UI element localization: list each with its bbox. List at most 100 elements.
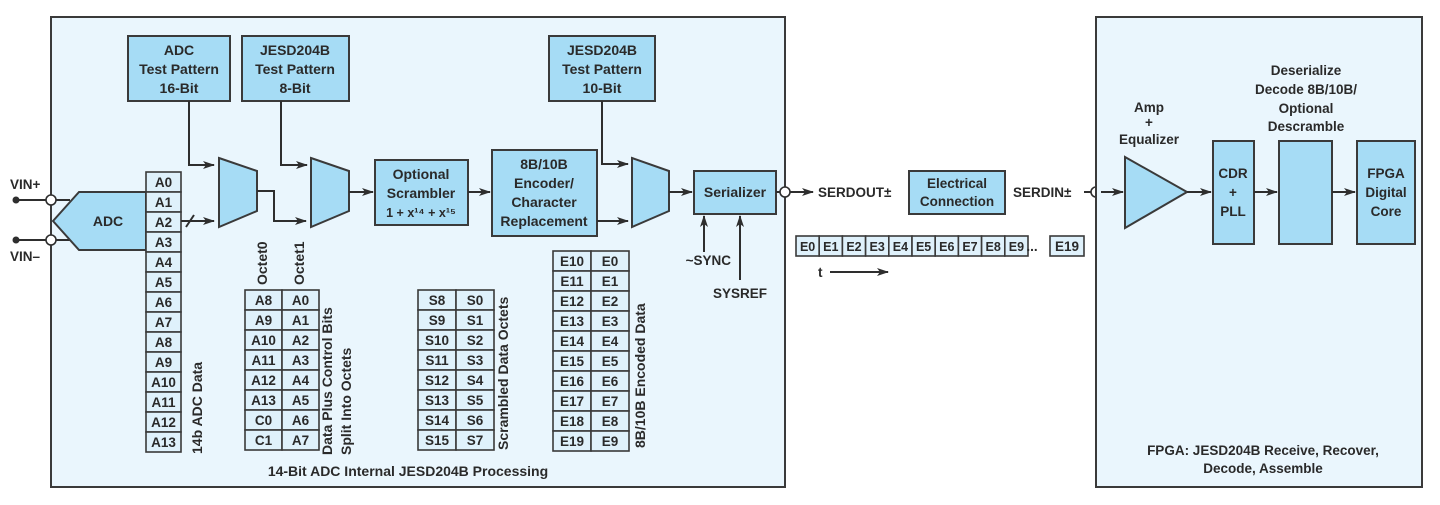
amp-label-line3: Equalizer [1119,132,1180,147]
deser-label-line4: Descramble [1268,119,1345,134]
adc-test-pattern-line3: 16-Bit [160,80,199,96]
adc-data-cell-label: A6 [155,295,173,310]
sysref-label: SYSREF [713,286,767,301]
scrambled-cell-label: S7 [467,433,484,448]
scrambled-cell-label: S11 [425,353,449,368]
stream-cell: E4 [887,235,913,257]
encoded-cell: E14 [552,330,592,352]
stream-cell-last-label: E19 [1055,239,1079,254]
octets-cell: C1 [244,429,283,451]
scrambled-table: S8 S0 S9 S1 S10 S2 S11 S3 S12 S4 S13 S5 S14 S6 S15 S7 [417,289,495,451]
octets-cell: A0 [281,289,320,311]
adc-data-cell-label: A10 [151,375,176,390]
encoded-cell-label: E4 [602,334,619,349]
stream-cell-label: E7 [962,240,977,254]
adc-data-cell: A8 [145,331,182,353]
encoded-cell: E0 [590,250,630,272]
adc-data-cell: A7 [145,311,182,333]
scrambled-cell-label: S0 [467,293,484,308]
octets-cell: C0 [244,409,283,431]
encoded-cell: E7 [590,390,630,412]
adc-data-cell-label: A1 [155,195,173,210]
adc-data-cell: A1 [145,191,182,213]
encoded-cell: E8 [590,410,630,432]
encoded-cell: E9 [590,430,630,452]
octets-label-line2: Split Into Octets [338,347,354,455]
scrambled-label: Scrambled Data Octets [495,297,511,450]
octets-cell-label: A12 [251,373,276,388]
octets-cell: A2 [281,329,320,351]
octets-cell: A4 [281,369,320,391]
adc-data-cell-label: A8 [155,335,173,350]
adc-data-cell: A4 [145,251,182,273]
adc-data-cell-label: A13 [151,435,176,450]
encoded-cell-label: E14 [560,334,585,349]
octets-cell-label: A4 [292,373,310,388]
stream-cell-label: E8 [986,240,1001,254]
stream-cell-label: E4 [893,240,908,254]
stream-cell: E8 [980,235,1006,257]
encoder-line3: Character [511,194,577,210]
adc-data-cell: A9 [145,351,182,373]
scrambled-cell: S10 [417,329,457,351]
encoder-line4: Replacement [500,213,587,229]
scrambled-cell-label: S2 [467,333,484,348]
encoded-cell-label: E18 [560,414,585,429]
scrambled-cell: S15 [417,429,457,451]
adc-data-cell: A6 [145,291,182,313]
fpga-caption-line2: Decode, Assemble [1203,461,1323,476]
scrambled-cell-label: S9 [429,313,446,328]
scrambled-cell-label: S10 [425,333,449,348]
sync-label: ~SYNC [686,253,732,268]
encoded-cell: E19 [552,430,592,452]
adc-data-cell-label: A0 [155,175,172,190]
encoded-cell-label: E19 [560,434,584,449]
scrambled-cell: S12 [417,369,457,391]
encoded-cell-label: E0 [602,254,619,269]
octets-cell-label: A8 [255,293,273,308]
scrambled-cell: S13 [417,389,457,411]
octets-cell-label: A5 [292,393,310,408]
octets-cell-label: A6 [292,413,310,428]
jesd10-line1: JESD204B [567,42,637,58]
octets-cell-label: A13 [251,393,276,408]
encoded-cell-label: E17 [560,394,584,409]
encoded-cell-label: E3 [602,314,619,329]
scrambled-cell: S2 [455,329,495,351]
adc-data-cell: A5 [145,271,182,293]
cdr-line2: + [1229,185,1237,200]
encoded-cell: E17 [552,390,592,412]
adc-data-cell: A10 [145,371,182,393]
scrambler-polynomial: 1 + x¹⁴ + x¹⁵ [386,206,456,220]
octets-cell-label: A0 [292,293,309,308]
jesd10-line3: 10-Bit [583,80,622,96]
octets-cell-label: C0 [255,413,272,428]
adc-test-pattern-line1: ADC [164,42,194,58]
scrambled-cell: S8 [417,289,457,311]
scrambled-cell-label: S14 [425,413,450,428]
adc-data-cell-label: A11 [151,395,176,410]
octets-cell-label: A2 [292,333,309,348]
connection-line1: Electrical [927,176,987,191]
scrambled-cell-label: S15 [425,433,450,448]
scrambled-cell: S5 [455,389,495,411]
octets-cell: A7 [281,429,320,451]
core-line1: FPGA [1367,166,1405,181]
stream-cell-label: E3 [870,240,885,254]
encoded-cell: E13 [552,310,592,332]
adc-data-cell: A0 [145,171,182,193]
octets-cell-label: A1 [292,313,310,328]
scrambled-cell-label: S13 [425,393,450,408]
cdr-line3: PLL [1220,204,1246,219]
encoded-cell-label: E7 [602,394,619,409]
encoded-table: E10 E0 E11 E1 E12 E2 E13 E3 E14 E4 E15 E5 E16 E6 E17 E7… [552,250,630,452]
scrambled-cell-label: S5 [467,393,484,408]
octets-label-line1: Data Plus Control Bits [319,307,335,455]
stream-cell: E6 [934,235,960,257]
encoded-cell: E3 [590,310,630,332]
scrambled-cell-label: S4 [467,373,484,388]
scrambled-cell-label: S8 [429,293,446,308]
adc-test-pattern-line2: Test Pattern [139,61,219,77]
octets-cell-label: A11 [251,353,276,368]
adc-data-cell: A12 [145,411,182,433]
